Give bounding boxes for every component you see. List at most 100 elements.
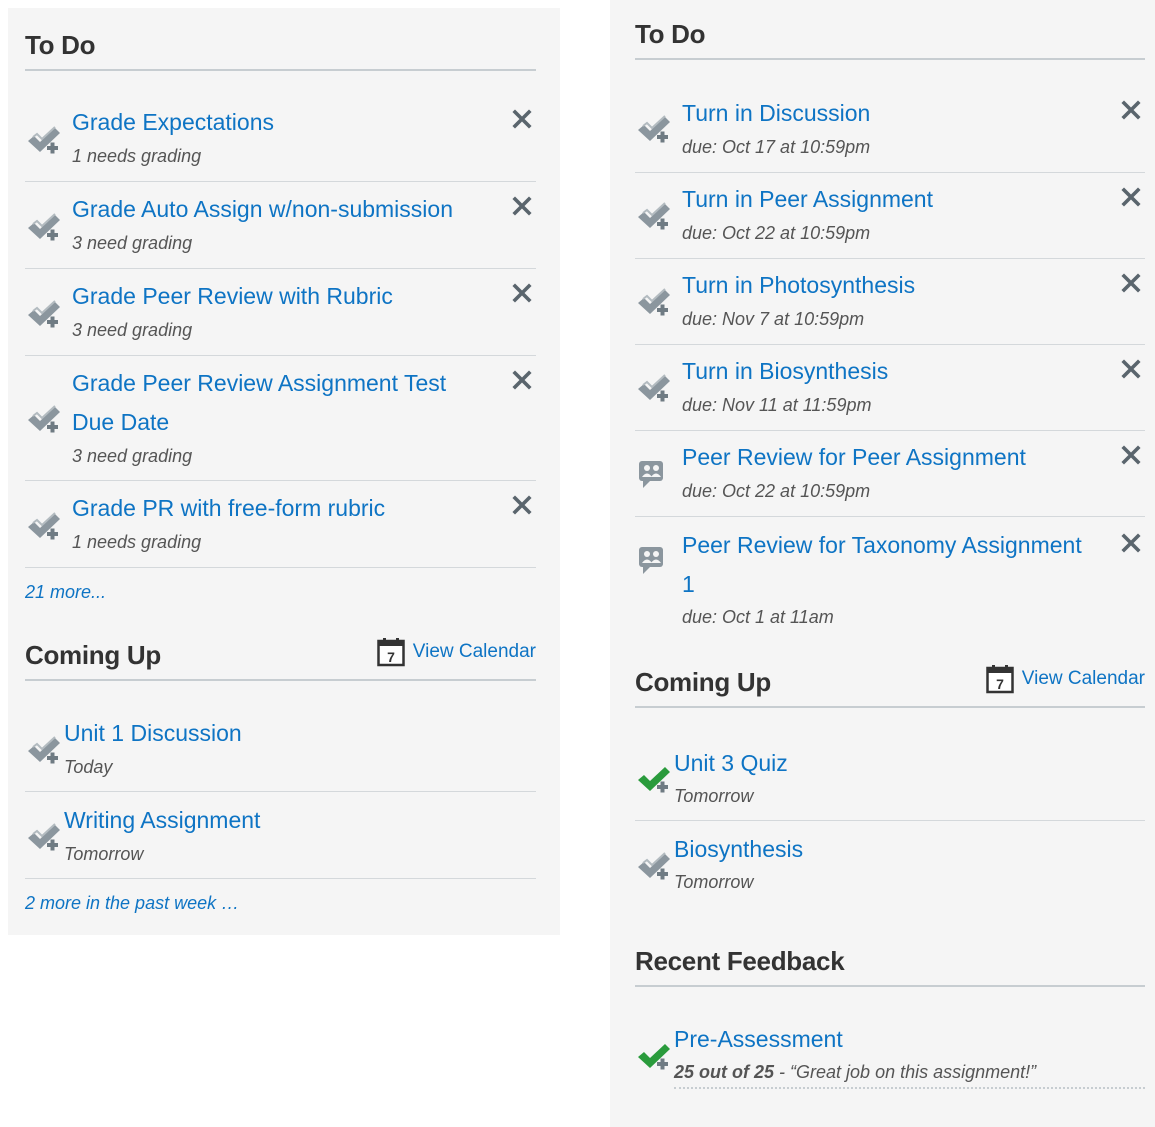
todo-header: To Do [25,28,536,71]
assignment-check-icon [25,297,61,331]
close-icon[interactable] [512,370,532,390]
close-icon[interactable] [512,283,532,303]
feedback-score: 25 out of 25 [674,1062,775,1082]
recent-feedback-header: Recent Feedback [635,938,1145,987]
feedback-separator: - [774,1062,791,1082]
todo-title: To Do [635,19,706,49]
close-icon[interactable] [1121,533,1141,553]
close-icon[interactable] [1121,100,1141,120]
todo-item: Peer Review for Peer Assignment due: Oct… [635,431,1145,517]
todo-item-due: due: Oct 22 at 10:59pm [682,481,871,501]
calendar-icon: 7 [377,637,405,667]
assignment-check-icon [25,733,61,767]
calendar-day: 7 [387,649,395,665]
assignment-check-icon [25,820,61,854]
close-icon[interactable] [1121,273,1141,293]
coming-up-item-link[interactable]: Unit 1 Discussion [64,714,242,753]
todo-item-due: due: Nov 11 at 11:59pm [682,395,872,415]
todo-item-status: 3 need grading [72,446,193,466]
todo-item-link[interactable]: Turn in Discussion [682,94,870,133]
peer-review-icon [635,457,671,491]
assignment-check-icon [25,509,61,543]
todo-item-status: 1 needs grading [72,146,202,166]
todo-more-link[interactable]: 21 more... [25,582,106,603]
coming-up-header: Coming Up 7 View Calendar [25,636,536,681]
close-icon[interactable] [1121,187,1141,207]
close-icon[interactable] [512,196,532,216]
calendar-icon: 7 [986,664,1014,694]
todo-header: To Do [635,12,1145,60]
view-calendar-label: View Calendar [1021,668,1145,689]
todo-item: Grade Expectations 1 needs grading [25,71,536,182]
coming-up-item-link[interactable]: Biosynthesis [674,830,803,869]
todo-item-status: 3 need grading [72,233,193,253]
coming-up-item-link[interactable]: Unit 3 Quiz [674,744,788,783]
coming-up-item: Biosynthesis Tomorrow [635,821,1145,907]
todo-item-link[interactable]: Grade PR with free-form rubric [72,489,385,528]
coming-up-more-link[interactable]: 2 more in the past week … [25,893,239,914]
todo-item-link[interactable]: Turn in Photosynthesis [682,266,915,305]
assignment-check-icon [25,402,61,436]
right-sidebar-panel: To Do Turn in Discussion due: Oct 17 at … [610,0,1155,1127]
todo-item-link[interactable]: Grade Expectations [72,103,274,142]
close-icon[interactable] [512,495,532,515]
peer-review-icon [635,543,671,577]
todo-item: Turn in Peer Assignment due: Oct 22 at 1… [635,173,1145,259]
coming-up-item-date: Tomorrow [64,844,144,864]
todo-item-link[interactable]: Grade Auto Assign w/non-submission [72,190,453,229]
close-icon[interactable] [1121,359,1141,379]
todo-item-link-line2[interactable]: Due Date [72,403,169,442]
view-calendar-label: View Calendar [412,641,536,662]
todo-item-link[interactable]: Peer Review for Taxonomy Assignment [682,526,1082,565]
assignment-check-icon [635,849,671,883]
todo-item-link[interactable]: Turn in Peer Assignment [682,180,933,219]
feedback-item: Pre-Assessment 25 out of 25 - “Great job… [635,987,1145,1097]
todo-item: Grade PR with free-form rubric 1 needs g… [25,481,536,568]
coming-up-item-date: Tomorrow [674,786,754,806]
todo-item-link[interactable]: Peer Review for Peer Assignment [682,438,1026,477]
coming-up-item-date: Today [64,757,113,777]
todo-item: Grade Auto Assign w/non-submission 3 nee… [25,182,536,269]
view-calendar-link[interactable]: 7 View Calendar [377,637,536,679]
todo-item-due: due: Oct 17 at 10:59pm [682,137,871,157]
todo-item-link[interactable]: Grade Peer Review with Rubric [72,277,393,316]
todo-title: To Do [25,30,96,60]
todo-item: Turn in Photosynthesis due: Nov 7 at 10:… [635,259,1145,345]
recent-feedback-title: Recent Feedback [635,946,845,976]
todo-item-link[interactable]: Turn in Biosynthesis [682,352,888,391]
completed-check-icon [635,762,671,796]
assignment-check-icon [635,285,671,319]
assignment-check-icon [635,371,671,405]
assignment-check-icon [25,210,61,244]
view-calendar-link[interactable]: 7 View Calendar [986,664,1145,706]
coming-up-item: Writing Assignment Tomorrow [25,792,536,879]
coming-up-title: Coming Up [635,667,771,697]
todo-item-link[interactable]: Grade Peer Review Assignment Test [72,364,446,403]
feedback-comment: “Great job on this assignment!” [790,1062,1037,1082]
todo-item-due: due: Oct 1 at 11am [682,607,834,627]
feedback-item-link[interactable]: Pre-Assessment [674,1020,843,1059]
assignment-check-icon [25,123,61,157]
coming-up-item-link[interactable]: Writing Assignment [64,801,260,840]
coming-up-title: Coming Up [25,640,161,670]
todo-item: Turn in Biosynthesis due: Nov 11 at 11:5… [635,345,1145,431]
assignment-check-icon [635,112,671,146]
left-sidebar-panel: To Do Grade Expectations 1 needs grading… [8,8,560,935]
calendar-day: 7 [996,676,1004,692]
todo-item: Grade Peer Review Assignment Test Due Da… [25,356,536,481]
todo-item-due: due: Nov 7 at 10:59pm [682,309,865,329]
coming-up-item: Unit 3 Quiz Tomorrow [635,708,1145,821]
todo-item-status: 3 need grading [72,320,193,340]
coming-up-item: Unit 1 Discussion Today [25,681,536,792]
todo-item: Turn in Discussion due: Oct 17 at 10:59p… [635,60,1145,173]
close-icon[interactable] [1121,445,1141,465]
coming-up-header: Coming Up 7 View Calendar [635,658,1145,708]
todo-item: Peer Review for Taxonomy Assignment 1 du… [635,517,1145,637]
todo-item-due: due: Oct 22 at 10:59pm [682,223,871,243]
todo-item: Grade Peer Review with Rubric 3 need gra… [25,269,536,356]
todo-item-link-line2[interactable]: 1 [682,565,695,604]
todo-item-status: 1 needs grading [72,532,202,552]
completed-check-icon [635,1039,671,1073]
coming-up-item-date: Tomorrow [674,872,754,892]
close-icon[interactable] [512,109,532,129]
